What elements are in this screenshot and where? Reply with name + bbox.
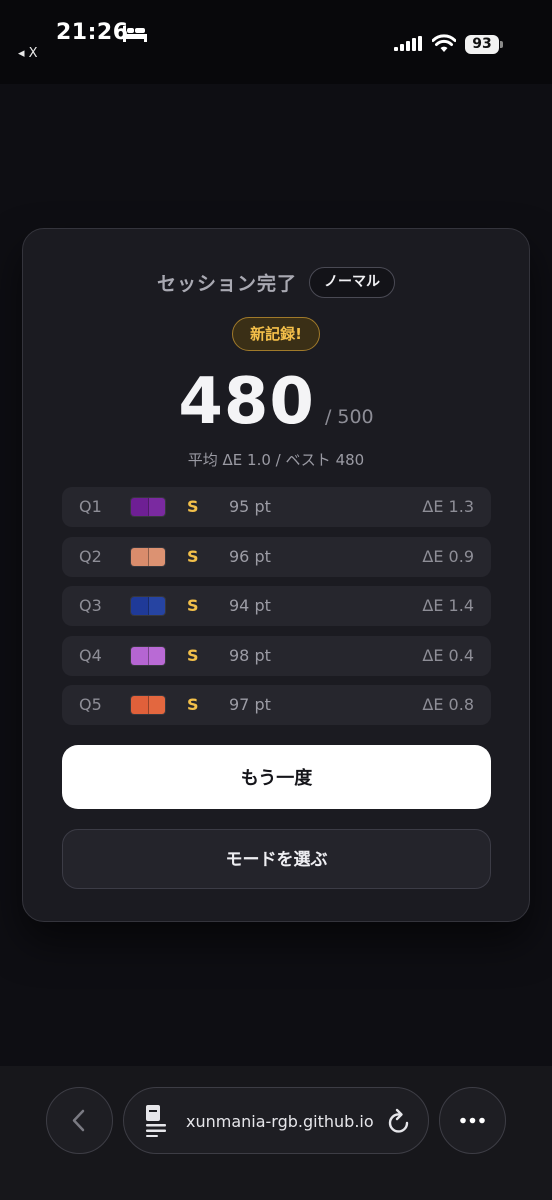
guess-color-swatch bbox=[147, 498, 165, 516]
max-score: / 500 bbox=[324, 406, 374, 428]
more-icon bbox=[460, 1117, 485, 1124]
status-bar: 21:26 ◂ X 93 bbox=[0, 0, 552, 84]
tab-icon bbox=[146, 1105, 166, 1137]
card-title: セッション完了 bbox=[156, 273, 297, 295]
retry-button[interactable]: もう一度 bbox=[62, 745, 491, 809]
cellular-signal-icon bbox=[394, 36, 422, 51]
guess-color-swatch bbox=[147, 547, 165, 566]
browser-back-button[interactable] bbox=[46, 1087, 113, 1154]
guess-color-swatch bbox=[147, 646, 165, 665]
bed-icon bbox=[123, 26, 147, 42]
points-label: 95 pt bbox=[229, 497, 271, 516]
points-label: 97 pt bbox=[229, 695, 271, 714]
color-swatch bbox=[130, 596, 166, 616]
points-label: 98 pt bbox=[229, 645, 271, 665]
question-label: Q4 bbox=[79, 645, 102, 665]
target-color-swatch bbox=[131, 646, 148, 665]
score-summary: 平均 ΔE 1.0 / ベスト 480 bbox=[187, 451, 365, 469]
grade-label: S bbox=[187, 497, 199, 516]
card-header: セッション完了 ノーマル bbox=[23, 267, 529, 298]
result-row-q4: Q4 S 98 pt ΔE 0.4 bbox=[62, 635, 491, 676]
question-label: Q5 bbox=[79, 695, 102, 714]
target-color-swatch bbox=[131, 498, 148, 516]
color-swatch bbox=[130, 497, 166, 517]
battery-indicator: 93 bbox=[465, 35, 499, 54]
choose-mode-button[interactable]: モードを選ぶ bbox=[62, 829, 491, 889]
grade-label: S bbox=[187, 546, 199, 566]
session-complete-card: セッション完了 ノーマル 新記録! 480 / 500 平均 ΔE 1.0 / … bbox=[22, 228, 530, 922]
total-score: 480 bbox=[178, 365, 315, 439]
grade-label: S bbox=[187, 695, 199, 714]
new-record-badge: 新記録! bbox=[232, 317, 320, 351]
points-label: 94 pt bbox=[229, 596, 271, 615]
more-options-button[interactable] bbox=[439, 1087, 506, 1154]
color-swatch bbox=[130, 695, 166, 715]
address-bar[interactable]: xunmania-rgb.github.io bbox=[123, 1087, 429, 1154]
grade-label: S bbox=[187, 596, 199, 615]
result-row-q1: Q1 S 95 pt ΔE 1.3 bbox=[62, 487, 491, 527]
delta-e-label: ΔE 0.8 bbox=[422, 695, 474, 714]
wifi-icon bbox=[432, 34, 456, 52]
color-swatch bbox=[130, 645, 166, 666]
target-color-swatch bbox=[131, 696, 148, 714]
question-label: Q3 bbox=[79, 596, 102, 615]
mode-badge: ノーマル bbox=[309, 267, 395, 298]
url-text: xunmania-rgb.github.io bbox=[186, 1112, 374, 1131]
target-color-swatch bbox=[131, 597, 148, 615]
question-label: Q2 bbox=[79, 546, 102, 566]
result-row-q5: Q5 S 97 pt ΔE 0.8 bbox=[62, 685, 491, 725]
score-row: 480 / 500 bbox=[23, 365, 529, 439]
back-to-app-link[interactable]: ◂ X bbox=[18, 46, 38, 61]
target-color-swatch bbox=[131, 547, 148, 566]
question-label: Q1 bbox=[79, 497, 102, 516]
delta-e-label: ΔE 1.3 bbox=[422, 497, 474, 516]
guess-color-swatch bbox=[147, 597, 165, 615]
result-row-q3: Q3 S 94 pt ΔE 1.4 bbox=[62, 586, 491, 626]
grade-label: S bbox=[187, 645, 199, 665]
guess-color-swatch bbox=[147, 696, 165, 714]
browser-toolbar: xunmania-rgb.github.io bbox=[0, 1066, 552, 1200]
delta-e-label: ΔE 1.4 bbox=[422, 596, 474, 615]
status-time: 21:26 bbox=[56, 20, 129, 45]
delta-e-label: ΔE 0.4 bbox=[422, 645, 474, 665]
results-list: Q1 S 95 pt ΔE 1.3 Q2 S 96 pt ΔE 0.9 Q3 S… bbox=[62, 487, 491, 735]
delta-e-label: ΔE 0.9 bbox=[422, 546, 474, 566]
chevron-left-icon bbox=[72, 1109, 85, 1132]
color-swatch bbox=[130, 546, 166, 567]
points-label: 96 pt bbox=[229, 546, 271, 566]
result-row-q2: Q2 S 96 pt ΔE 0.9 bbox=[62, 536, 491, 577]
reload-icon[interactable] bbox=[386, 1108, 412, 1136]
battery-tip bbox=[500, 41, 503, 48]
